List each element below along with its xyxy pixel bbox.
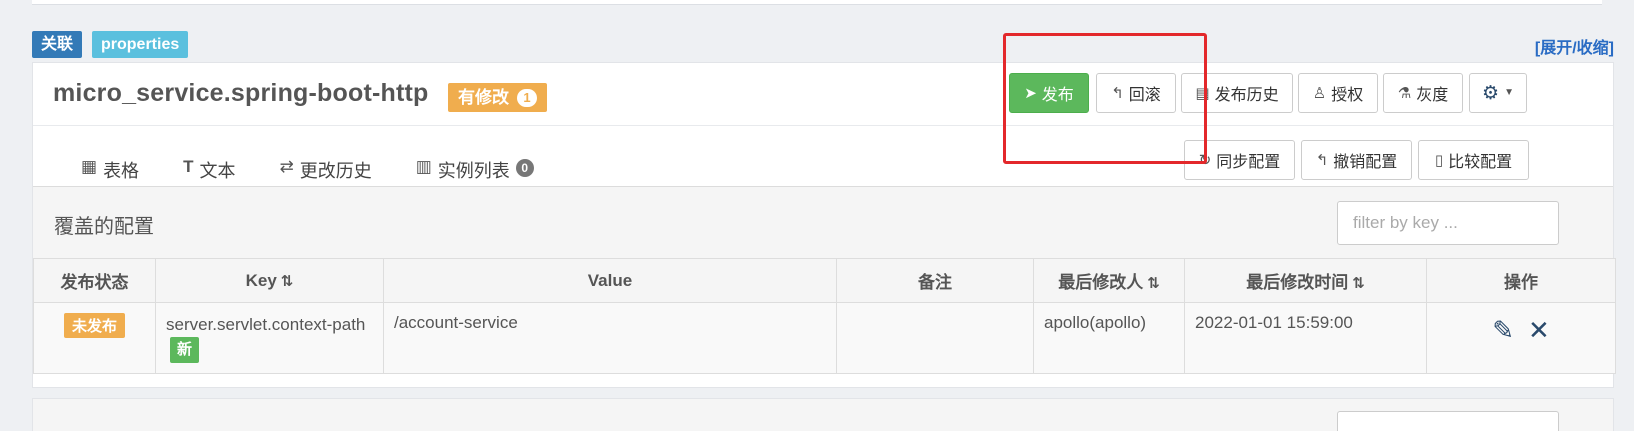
toolbar-divider [33, 125, 1613, 126]
view-tabs: ▦ 表格 T 文本 ⇄ 更改历史 ▥ 实例列表 0 [73, 157, 570, 189]
undo-icon: ↰ [1111, 84, 1124, 102]
publish-label: 发布 [1041, 87, 1074, 104]
previous-panel-edge [32, 0, 1602, 5]
modified-label: 有修改 [458, 88, 509, 107]
sync-config-button[interactable]: ↻ 同步配置 [1184, 140, 1295, 180]
modifier-cell: apollo(apollo) [1033, 302, 1185, 374]
gray-label: 灰度 [1416, 87, 1449, 104]
refresh-icon: ↻ [1198, 151, 1212, 169]
tab-history-label: 更改历史 [299, 161, 372, 181]
flask-icon: ⚗ [1397, 84, 1412, 102]
filter-input[interactable] [1337, 201, 1559, 245]
calendar-icon: ▤ [1195, 84, 1210, 102]
header-key[interactable]: Key ⇅ [155, 258, 384, 303]
tab-instances[interactable]: ▥ 实例列表 0 [408, 157, 542, 187]
instance-count-badge: 0 [515, 159, 534, 177]
authorize-button[interactable]: ♙ 授权 [1298, 73, 1378, 113]
rollback-button[interactable]: ↰ 回滚 [1096, 73, 1176, 113]
modified-badge: 有修改 1 [448, 83, 547, 112]
user-icon: ♙ [1312, 84, 1327, 102]
unpublished-badge: 未发布 [63, 313, 125, 338]
expand-collapse-link[interactable]: [展开/收缩] [1535, 34, 1614, 58]
config-table: 发布状态 Key ⇅ Value 备注 最后修改人 ⇅ 最后修改时间 ⇅ 操作 未发布… [33, 258, 1616, 374]
comment-cell [836, 302, 1034, 374]
send-icon: ➤ [1024, 84, 1037, 102]
gray-release-button[interactable]: ⚗ 灰度 [1383, 73, 1463, 113]
instance-icon: ▥ [415, 157, 432, 176]
new-badge: 新 [170, 337, 200, 363]
link-tag: 关联 [32, 31, 83, 58]
header-key-label: Key [245, 270, 277, 290]
compare-label: 比较配置 [1448, 154, 1513, 171]
tab-history[interactable]: ⇄ 更改历史 [271, 157, 379, 187]
modified-time-cell: 2022-01-01 15:59:00 [1184, 302, 1427, 374]
header-value: Value [383, 258, 837, 303]
next-filter-input[interactable] [1337, 411, 1559, 431]
header-actions: 操作 [1426, 258, 1616, 303]
override-header: 覆盖的配置 [33, 186, 1613, 258]
table-icon: ▦ [81, 157, 98, 176]
sync-label: 同步配置 [1216, 154, 1281, 171]
tab-table-label: 表格 [103, 161, 140, 181]
header-status: 发布状态 [33, 258, 156, 303]
sort-icon: ⇅ [1147, 275, 1160, 292]
tab-table[interactable]: ▦ 表格 [73, 157, 148, 189]
tab-text-label: 文本 [199, 161, 236, 181]
edit-icon[interactable]: ✎ [1492, 317, 1514, 343]
sort-icon: ⇅ [280, 272, 294, 290]
caret-down-icon: ▼ [1504, 87, 1514, 98]
config-key: server.servlet.context-path [166, 315, 366, 334]
key-cell: server.servlet.context-path 新 [155, 302, 384, 374]
text-icon: T [183, 157, 194, 176]
next-panel-edge [32, 398, 1614, 431]
authorize-label: 授权 [1331, 87, 1364, 104]
namespace-title: micro_service.spring-boot-http [53, 79, 429, 107]
tab-text[interactable]: T 文本 [175, 157, 243, 187]
format-tag: properties [92, 31, 189, 58]
rollback-label: 回滚 [1128, 87, 1161, 104]
compare-config-button[interactable]: ▯ 比较配置 [1418, 140, 1529, 180]
sort-icon: ⇅ [1352, 275, 1365, 292]
undo-icon: ↰ [1315, 151, 1329, 169]
close-icon[interactable]: ✕ [1528, 317, 1550, 343]
revoke-label: 撤销配置 [1333, 154, 1398, 171]
gear-icon: ⚙ [1482, 82, 1500, 104]
settings-dropdown-button[interactable]: ⚙ ▼ [1469, 73, 1527, 113]
publish-history-button[interactable]: ▤ 发布历史 [1181, 73, 1293, 113]
revoke-config-button[interactable]: ↰ 撤销配置 [1301, 140, 1412, 180]
history-icon: ⇄ [279, 157, 294, 176]
publish-history-label: 发布历史 [1214, 87, 1279, 104]
table-header-row: 发布状态 Key ⇅ Value 备注 最后修改人 ⇅ 最后修改时间 ⇅ 操作 [33, 258, 1616, 303]
table-row: 未发布 server.servlet.context-path 新 /accoun… [33, 302, 1616, 374]
value-cell: /account-service [383, 302, 837, 374]
header-modified-time[interactable]: 最后修改时间 ⇅ [1184, 258, 1427, 303]
document-icon: ▯ [1434, 151, 1444, 169]
header-comment: 备注 [836, 258, 1034, 303]
modified-count: 1 [517, 88, 537, 107]
header-modifier-label: 最后修改人 [1058, 273, 1144, 292]
header-modified-time-label: 最后修改时间 [1246, 273, 1349, 292]
publish-button[interactable]: ➤ 发布 [1009, 73, 1089, 113]
override-title: 覆盖的配置 [54, 216, 154, 238]
namespace-panel: micro_service.spring-boot-http 有修改 1 ➤ 发… [32, 62, 1616, 388]
status-cell: 未发布 [33, 302, 156, 374]
header-modifier[interactable]: 最后修改人 ⇅ [1033, 258, 1185, 303]
tab-instances-label: 实例列表 [437, 161, 510, 181]
actions-cell: ✎ ✕ [1426, 302, 1616, 374]
